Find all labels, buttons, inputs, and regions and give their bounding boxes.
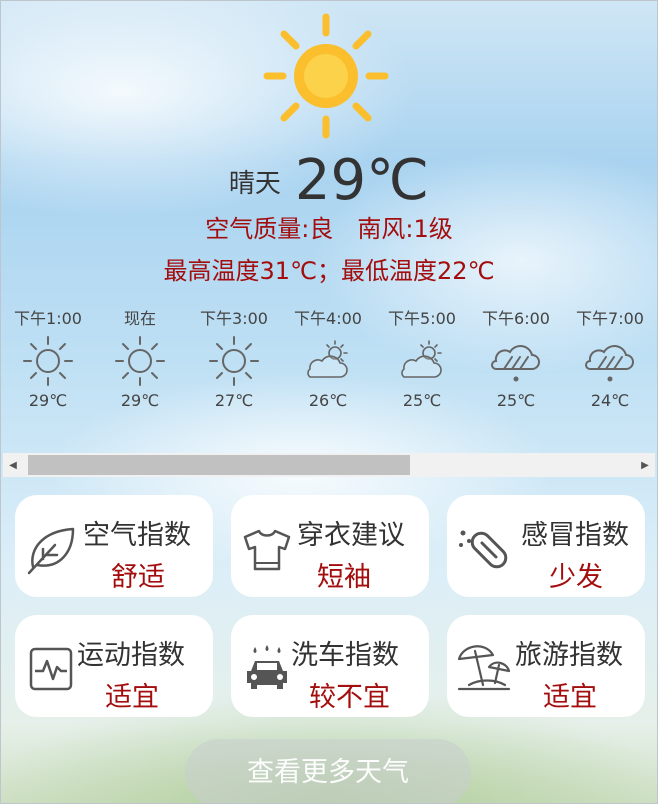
cold-index-card[interactable]: 感冒指数 少发 [447, 495, 645, 597]
hour-time: 现在 [123, 309, 156, 328]
hour-time: 下午3:00 [200, 309, 268, 328]
hourly-forecast[interactable]: 下午1:00 29℃ 现在 29℃ 下午3:00 27℃ 下午4:00 26℃ … [1, 307, 657, 447]
hour-temp: 25℃ [496, 391, 536, 410]
hour-item: 下午7:00 24℃ [563, 307, 657, 410]
hour-temp: 29℃ [28, 391, 68, 410]
hour-item: 下午4:00 26℃ [281, 307, 375, 410]
pill-icon [459, 530, 508, 569]
condition-label: 晴天 [228, 169, 281, 199]
rain-cloud-icon [585, 345, 634, 382]
hourly-scrollbar[interactable]: ◀ ▶ [3, 453, 655, 477]
tshirt-icon [243, 529, 291, 571]
hour-time: 下午1:00 [14, 309, 82, 328]
sport-index-card[interactable]: 运动指数 适宜 [15, 615, 213, 717]
air-wind-info: 空气质量:良 南风:1级 [1, 209, 657, 244]
hour-time: 下午5:00 [388, 309, 456, 328]
card-value: 适宜 [543, 682, 597, 713]
air-quality: 空气质量:良 [205, 215, 334, 243]
sun-icon [23, 336, 73, 386]
air-index-card[interactable]: 空气指数 舒适 [15, 495, 213, 597]
partly-cloudy-icon [401, 340, 442, 378]
hour-item: 下午3:00 27℃ [187, 307, 281, 410]
hour-temp: 27℃ [214, 391, 254, 410]
sun-icon [115, 336, 165, 386]
card-value: 短袖 [317, 562, 371, 593]
hour-item: 下午1:00 29℃ [1, 307, 95, 410]
hour-item: 下午6:00 25℃ [469, 307, 563, 410]
card-title: 穿衣建议 [297, 520, 405, 551]
card-title: 旅游指数 [515, 640, 623, 671]
card-value: 少发 [549, 562, 603, 593]
carwash-index-card[interactable]: 洗车指数 较不宜 [231, 615, 429, 717]
weather-page: 晴天 29℃ 空气质量:良 南风:1级 最高温度31℃；最低温度22℃ 下午1:00… [0, 0, 658, 804]
hour-time: 下午7:00 [576, 309, 644, 328]
leaf-icon [27, 527, 75, 575]
hour-item: 现在 29℃ [93, 307, 187, 410]
partly-cloudy-icon [307, 340, 348, 378]
clothing-index-card[interactable]: 穿衣建议 短袖 [231, 495, 429, 597]
temperature-range: 最高温度31℃；最低温度22℃ [163, 257, 495, 285]
hour-item: 下午5:00 25℃ [375, 307, 469, 410]
card-title: 感冒指数 [521, 520, 629, 551]
hour-temp: 24℃ [590, 391, 630, 410]
rain-cloud-icon [491, 345, 540, 382]
hour-temp: 25℃ [402, 391, 442, 410]
card-value: 适宜 [105, 682, 159, 713]
scroll-left-arrow-icon[interactable]: ◀ [3, 453, 23, 477]
hour-temp: 29℃ [120, 391, 160, 410]
card-title: 洗车指数 [291, 640, 399, 671]
hour-temp: 26℃ [308, 391, 348, 410]
beach-umbrella-icon [457, 645, 511, 691]
scrollbar-thumb[interactable] [28, 455, 410, 475]
card-value: 较不宜 [309, 682, 390, 713]
heartbeat-monitor-icon [29, 647, 73, 691]
hour-time: 下午6:00 [482, 309, 550, 328]
more-weather-button[interactable]: 查看更多天气 [185, 739, 471, 803]
current-weather: 晴天 29℃ [1, 151, 657, 211]
card-title: 空气指数 [83, 520, 191, 551]
hour-time: 下午4:00 [294, 309, 362, 328]
sun-icon [209, 336, 259, 386]
card-value: 舒适 [111, 562, 165, 593]
sun-icon [263, 13, 389, 139]
current-temperature: 29℃ [294, 148, 430, 213]
card-title: 运动指数 [77, 640, 185, 671]
scroll-right-arrow-icon[interactable]: ▶ [635, 453, 655, 477]
travel-index-card[interactable]: 旅游指数 适宜 [447, 615, 645, 717]
wind-info: 南风:1级 [357, 215, 453, 243]
car-wash-icon [247, 645, 287, 689]
